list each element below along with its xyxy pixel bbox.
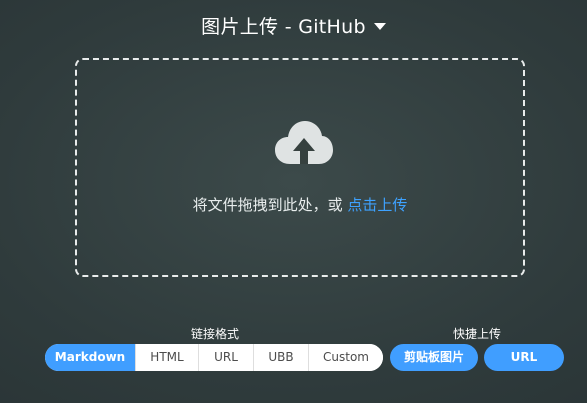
format-option-ubb[interactable]: UBB bbox=[253, 344, 308, 371]
quick-upload-label: 快捷上传 bbox=[452, 327, 501, 341]
caret-down-icon[interactable] bbox=[373, 23, 386, 30]
link-format-group: Markdown HTML URL UBB Custom bbox=[45, 344, 383, 371]
page-title: 图片上传 - GitHub bbox=[201, 16, 366, 38]
dropzone-instructions: 将文件拖拽到此处，或 点击上传 bbox=[77, 194, 523, 215]
link-format-label: 链接格式 bbox=[190, 327, 239, 341]
header: 图片上传 - GitHub bbox=[0, 12, 587, 38]
format-option-markdown[interactable]: Markdown bbox=[45, 344, 135, 371]
picbed-selector[interactable]: 图片上传 - GitHub bbox=[201, 12, 386, 39]
cloud-upload-icon bbox=[275, 121, 333, 164]
dropzone-text: 将文件拖拽到此处，或 bbox=[192, 196, 348, 214]
click-upload-link[interactable]: 点击上传 bbox=[347, 196, 407, 214]
format-option-url[interactable]: URL bbox=[198, 344, 253, 371]
clipboard-upload-button[interactable]: 剪贴板图片 bbox=[390, 344, 478, 371]
url-upload-button[interactable]: URL bbox=[484, 344, 564, 371]
upload-dropzone[interactable]: 将文件拖拽到此处，或 点击上传 bbox=[75, 58, 525, 277]
format-option-html[interactable]: HTML bbox=[135, 344, 198, 371]
format-option-custom[interactable]: Custom bbox=[308, 344, 383, 371]
